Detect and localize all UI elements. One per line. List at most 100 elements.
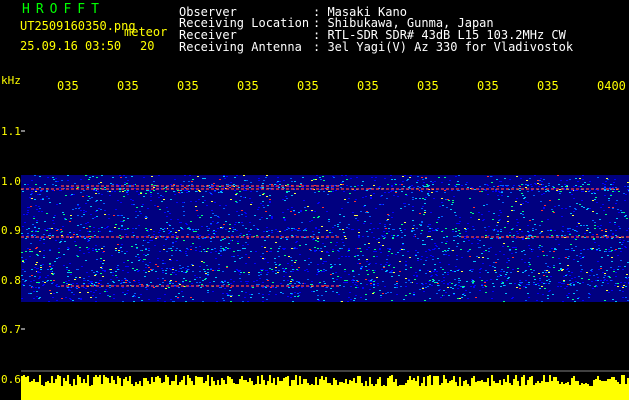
noise-dot: [175, 232, 177, 233]
noise-dot: [415, 198, 417, 199]
noise-dot: [179, 250, 181, 251]
noise-dot: [207, 269, 209, 270]
noise-dot: [432, 256, 434, 257]
noise-dot: [484, 281, 486, 282]
noise-dot: [24, 184, 26, 185]
noise-dot: [361, 185, 363, 186]
noise-dot: [358, 236, 360, 237]
noise-dot: [493, 262, 495, 263]
noise-dot: [617, 269, 619, 270]
noise-dot: [151, 184, 153, 185]
noise-dot: [320, 179, 322, 180]
noise-dot: [181, 228, 183, 229]
noise-dot: [525, 280, 527, 281]
noise-dot: [168, 230, 170, 231]
noise-dot: [134, 281, 136, 282]
noise-dot: [49, 249, 51, 250]
noise-dot: [34, 189, 36, 190]
noise-dot: [391, 276, 393, 277]
noise-dot: [241, 222, 243, 223]
noise-dot: [507, 246, 509, 247]
noise-dot: [589, 232, 591, 233]
noise-dot: [380, 295, 382, 296]
noise-dot: [549, 251, 551, 252]
noise-dot: [289, 285, 291, 286]
noise-dot: [98, 183, 100, 184]
noise-dot: [223, 175, 225, 176]
noise-dot: [91, 281, 93, 282]
noise-dot: [170, 219, 172, 220]
noise-dot: [528, 275, 530, 276]
noise-dot: [363, 206, 365, 207]
noise-dot: [236, 211, 238, 212]
noise-dot: [506, 280, 508, 281]
noise-dot: [625, 247, 627, 248]
noise-dot: [99, 293, 101, 294]
noise-dot: [275, 264, 277, 265]
noise-dot: [548, 271, 550, 272]
noise-dot: [178, 192, 180, 193]
noise-dot: [618, 248, 620, 249]
noise-dot: [609, 251, 611, 252]
noise-dot: [184, 175, 186, 176]
noise-dot: [565, 257, 567, 258]
noise-dot: [475, 297, 477, 298]
noise-dot: [90, 297, 92, 298]
noise-dot: [176, 202, 178, 203]
noise-dot: [245, 228, 247, 229]
noise-dot: [417, 238, 419, 239]
noise-dot: [38, 287, 40, 288]
noise-dot: [626, 278, 628, 279]
noise-dot: [417, 258, 419, 259]
noise-dot: [262, 269, 264, 270]
noise-dot: [513, 210, 515, 211]
noise-dot: [153, 234, 155, 235]
noise-dot: [379, 290, 381, 291]
noise-dot: [47, 280, 49, 281]
noise-dot: [562, 301, 564, 302]
noise-dot: [234, 190, 236, 191]
noise-dot: [232, 227, 234, 228]
noise-dot: [75, 287, 77, 288]
noise-dot: [195, 201, 197, 202]
noise-dot: [471, 271, 473, 272]
noise-dot: [219, 192, 221, 193]
noise-dot: [525, 270, 527, 271]
noise-dot: [453, 294, 455, 295]
noise-dot: [318, 216, 320, 217]
noise-dot: [399, 228, 401, 229]
noise-dot: [587, 208, 589, 209]
noise-dot: [502, 186, 504, 187]
noise-dot: [162, 263, 164, 264]
noise-dot: [274, 184, 276, 185]
noise-dot: [420, 225, 422, 226]
noise-dot: [100, 200, 102, 201]
noise-dot: [95, 297, 97, 298]
noise-dot: [594, 222, 596, 223]
noise-dot: [607, 179, 609, 180]
noise-dot: [147, 242, 149, 243]
noise-dot: [501, 191, 503, 192]
noise-dot: [615, 235, 617, 236]
noise-dot: [619, 266, 621, 267]
noise-dot: [87, 187, 89, 188]
noise-dot: [606, 270, 608, 271]
noise-dot: [417, 186, 419, 187]
noise-dot: [422, 244, 424, 245]
noise-dot: [497, 230, 499, 231]
noise-dot: [323, 281, 325, 282]
noise-dot: [511, 253, 513, 254]
noise-dot: [265, 177, 267, 178]
noise-dot: [49, 228, 51, 229]
noise-dot: [592, 211, 594, 212]
noise-dot: [431, 192, 433, 193]
noise-dot: [617, 209, 619, 210]
noise-dot: [518, 284, 520, 285]
noise-dot: [266, 227, 268, 228]
noise-dot: [401, 224, 403, 225]
noise-dot: [403, 203, 405, 204]
noise-dot: [197, 215, 199, 216]
noise-dot: [126, 293, 128, 294]
noise-dot: [456, 259, 458, 260]
noise-dot: [230, 240, 232, 241]
